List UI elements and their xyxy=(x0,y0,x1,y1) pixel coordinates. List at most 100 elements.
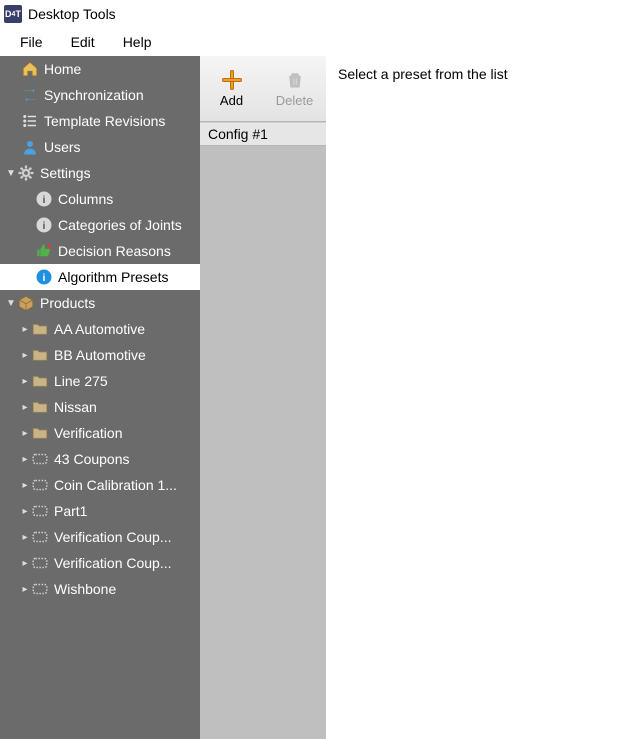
sidebar-label: Columns xyxy=(58,191,113,207)
sidebar-item-sync[interactable]: Synchronization xyxy=(0,82,200,108)
chevron-right-icon: ▸ xyxy=(20,428,30,439)
home-icon xyxy=(20,59,40,79)
chevron-right-icon: ▸ xyxy=(20,376,30,387)
part-icon xyxy=(30,579,50,599)
sidebar-label: Categories of Joints xyxy=(58,217,182,233)
sidebar-label: AA Automotive xyxy=(54,321,145,337)
sidebar-item-product[interactable]: ▸ AA Automotive xyxy=(0,316,200,342)
preset-item[interactable]: Config #1 xyxy=(200,122,326,146)
info-icon: i xyxy=(34,189,54,209)
sidebar-item-products[interactable]: ▼ Products xyxy=(0,290,200,316)
sidebar-label: Products xyxy=(40,295,95,311)
part-icon xyxy=(30,475,50,495)
svg-text:i: i xyxy=(43,272,46,284)
menu-file[interactable]: File xyxy=(6,30,57,54)
detail-panel: Select a preset from the list xyxy=(326,56,639,739)
sidebar-item-product[interactable]: ▸ Part1 xyxy=(0,498,200,524)
sidebar-item-decision-reasons[interactable]: Decision Reasons xyxy=(0,238,200,264)
thumbs-icon xyxy=(34,241,54,261)
sidebar-item-template-revisions[interactable]: Template Revisions xyxy=(0,108,200,134)
gear-icon xyxy=(16,163,36,183)
sidebar-label: Part1 xyxy=(54,503,87,519)
info-icon: i xyxy=(34,267,54,287)
add-button[interactable]: Add xyxy=(200,56,263,121)
delete-button-label: Delete xyxy=(276,93,314,108)
part-icon xyxy=(30,501,50,521)
part-icon xyxy=(30,553,50,573)
chevron-right-icon: ▸ xyxy=(20,454,30,465)
folder-icon xyxy=(30,345,50,365)
chevron-right-icon: ▸ xyxy=(20,480,30,491)
trash-icon xyxy=(285,69,305,91)
titlebar: D4T Desktop Tools xyxy=(0,0,639,28)
sidebar: Home Synchronization Template Revisions … xyxy=(0,56,200,739)
sidebar-item-product[interactable]: ▸ BB Automotive xyxy=(0,342,200,368)
window-title: Desktop Tools xyxy=(28,6,116,22)
info-icon: i xyxy=(34,215,54,235)
plus-icon xyxy=(221,69,243,91)
sidebar-item-product[interactable]: ▸ Line 275 xyxy=(0,368,200,394)
sidebar-item-product[interactable]: ▸ 43 Coupons xyxy=(0,446,200,472)
svg-text:i: i xyxy=(43,220,46,232)
detail-placeholder: Select a preset from the list xyxy=(338,66,627,82)
box-icon xyxy=(16,293,36,313)
list-icon xyxy=(20,111,40,131)
chevron-right-icon: ▸ xyxy=(20,350,30,361)
product-list: ▸ AA Automotive ▸ BB Automotive ▸ Line 275 ▸ Ni… xyxy=(0,316,200,602)
delete-button[interactable]: Delete xyxy=(263,56,326,121)
sidebar-item-home[interactable]: Home xyxy=(0,56,200,82)
sync-icon xyxy=(20,85,40,105)
sidebar-label: Synchronization xyxy=(44,87,144,103)
svg-text:i: i xyxy=(43,194,46,206)
folder-icon xyxy=(30,371,50,391)
app-icon: D4T xyxy=(4,5,22,23)
workspace: Home Synchronization Template Revisions … xyxy=(0,56,639,739)
chevron-right-icon: ▸ xyxy=(20,324,30,335)
sidebar-label: Decision Reasons xyxy=(58,243,171,259)
sidebar-label: Users xyxy=(44,139,81,155)
sidebar-label: Wishbone xyxy=(54,581,116,597)
sidebar-label: Verification xyxy=(54,425,122,441)
chevron-right-icon: ▸ xyxy=(20,402,30,413)
part-icon xyxy=(30,527,50,547)
chevron-down-icon: ▼ xyxy=(6,168,16,179)
sidebar-item-product[interactable]: ▸ Wishbone xyxy=(0,576,200,602)
sidebar-label: Algorithm Presets xyxy=(58,269,168,285)
chevron-right-icon: ▸ xyxy=(20,506,30,517)
chevron-right-icon: ▸ xyxy=(20,584,30,595)
sidebar-item-settings[interactable]: ▼ Settings xyxy=(0,160,200,186)
preset-item-label: Config #1 xyxy=(208,126,268,142)
chevron-right-icon: ▸ xyxy=(20,558,30,569)
preset-panel: Add Delete Config #1 xyxy=(200,56,326,739)
sidebar-item-product[interactable]: ▸ Verification Coup... xyxy=(0,524,200,550)
user-icon xyxy=(20,137,40,157)
folder-icon xyxy=(30,423,50,443)
menubar: File Edit Help xyxy=(0,28,639,56)
sidebar-item-columns[interactable]: i Columns xyxy=(0,186,200,212)
sidebar-label: Template Revisions xyxy=(44,113,165,129)
sidebar-item-users[interactable]: Users xyxy=(0,134,200,160)
sidebar-item-product[interactable]: ▸ Verification Coup... xyxy=(0,550,200,576)
part-icon xyxy=(30,449,50,469)
chevron-down-icon: ▼ xyxy=(6,298,16,309)
sidebar-item-categories-of-joints[interactable]: i Categories of Joints xyxy=(0,212,200,238)
add-button-label: Add xyxy=(220,93,243,108)
sidebar-label: Coin Calibration 1... xyxy=(54,477,177,493)
chevron-right-icon: ▸ xyxy=(20,532,30,543)
sidebar-item-product[interactable]: ▸ Verification xyxy=(0,420,200,446)
sidebar-item-product[interactable]: ▸ Nissan xyxy=(0,394,200,420)
preset-toolbar: Add Delete xyxy=(200,56,326,122)
sidebar-label: Home xyxy=(44,61,81,77)
sidebar-label: Nissan xyxy=(54,399,97,415)
folder-icon xyxy=(30,319,50,339)
sidebar-item-product[interactable]: ▸ Coin Calibration 1... xyxy=(0,472,200,498)
sidebar-label: Verification Coup... xyxy=(54,529,172,545)
sidebar-label: Line 275 xyxy=(54,373,108,389)
preset-list: Config #1 xyxy=(200,122,326,739)
menu-edit[interactable]: Edit xyxy=(57,30,109,54)
sidebar-label: 43 Coupons xyxy=(54,451,130,467)
sidebar-item-algorithm-presets[interactable]: i Algorithm Presets xyxy=(0,264,200,290)
sidebar-label: BB Automotive xyxy=(54,347,146,363)
menu-help[interactable]: Help xyxy=(109,30,166,54)
sidebar-label: Verification Coup... xyxy=(54,555,172,571)
